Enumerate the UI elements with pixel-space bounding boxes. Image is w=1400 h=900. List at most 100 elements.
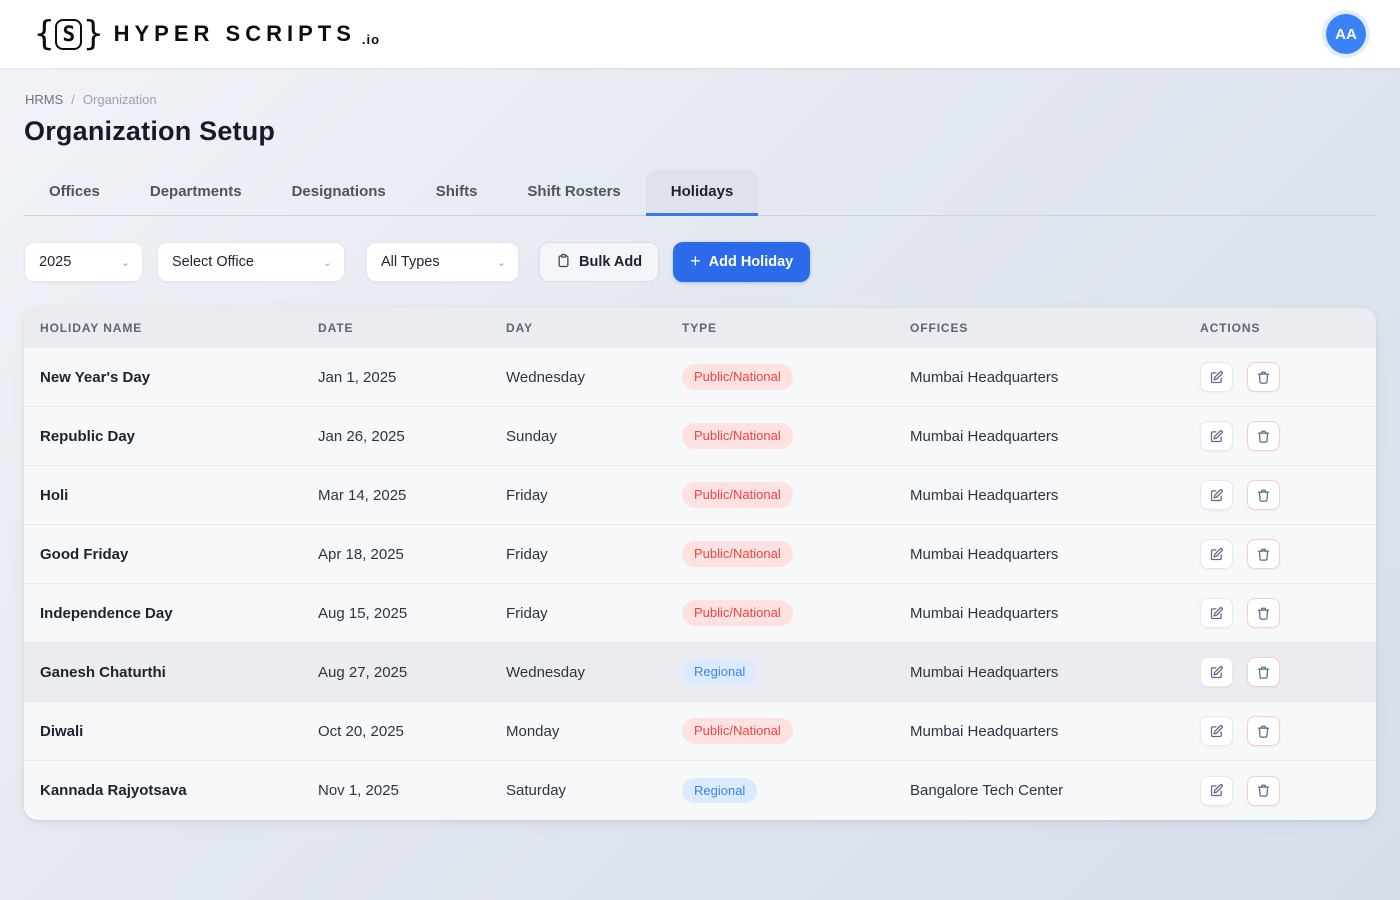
add-holiday-button[interactable]: + Add Holiday bbox=[673, 242, 810, 282]
holiday-offices: Mumbai Headquarters bbox=[910, 369, 1200, 386]
holiday-date: Oct 20, 2025 bbox=[318, 723, 506, 740]
top-bar: { S } Hyper Scripts .io AA bbox=[0, 0, 1400, 68]
tab-offices[interactable]: Offices bbox=[24, 170, 125, 216]
holiday-name: Republic Day bbox=[40, 428, 318, 445]
type-select[interactable]: All Types ⌄ bbox=[366, 242, 519, 282]
filter-bar: 2025 ⌄ Select Office ⌄ All Types ⌄ Bulk … bbox=[24, 242, 1376, 282]
holiday-type-badge: Public/National bbox=[682, 541, 793, 567]
holiday-type-badge: Regional bbox=[682, 778, 757, 804]
logo-s-glyph: S bbox=[55, 19, 82, 50]
bulk-add-label: Bulk Add bbox=[579, 254, 642, 270]
clipboard-icon bbox=[556, 253, 571, 272]
type-select-value: All Types bbox=[381, 254, 440, 270]
edit-pencil-icon bbox=[1209, 547, 1224, 562]
page-title: Organization Setup bbox=[24, 116, 1376, 147]
chevron-down-icon: ⌄ bbox=[497, 256, 506, 269]
brand-logo[interactable]: { S } Hyper Scripts .io bbox=[34, 17, 380, 51]
holiday-type-badge: Public/National bbox=[682, 364, 793, 390]
breadcrumb-separator: / bbox=[71, 92, 75, 107]
trash-icon bbox=[1256, 665, 1271, 680]
holiday-offices: Mumbai Headquarters bbox=[910, 605, 1200, 622]
edit-holiday-button[interactable] bbox=[1200, 598, 1233, 628]
trash-icon bbox=[1256, 429, 1271, 444]
holiday-date: Mar 14, 2025 bbox=[318, 487, 506, 504]
chevron-down-icon: ⌄ bbox=[323, 256, 332, 269]
edit-pencil-icon bbox=[1209, 606, 1224, 621]
brand-suffix: .io bbox=[362, 32, 380, 47]
edit-pencil-icon bbox=[1209, 488, 1224, 503]
holiday-offices: Mumbai Headquarters bbox=[910, 664, 1200, 681]
delete-holiday-button[interactable] bbox=[1247, 539, 1280, 569]
holiday-day: Saturday bbox=[506, 782, 682, 799]
main-content: HRMS / Organization Organization Setup O… bbox=[0, 68, 1400, 820]
office-select-value: Select Office bbox=[172, 254, 254, 270]
holiday-offices: Mumbai Headquarters bbox=[910, 487, 1200, 504]
delete-holiday-button[interactable] bbox=[1247, 776, 1280, 806]
tab-shifts[interactable]: Shifts bbox=[411, 170, 503, 216]
edit-holiday-button[interactable] bbox=[1200, 716, 1233, 746]
delete-holiday-button[interactable] bbox=[1247, 421, 1280, 451]
col-type: Type bbox=[682, 321, 910, 335]
year-select[interactable]: 2025 ⌄ bbox=[24, 242, 143, 282]
bulk-add-button[interactable]: Bulk Add bbox=[539, 242, 659, 282]
breadcrumb-hrms[interactable]: HRMS bbox=[25, 92, 63, 107]
holiday-type-badge: Public/National bbox=[682, 482, 793, 508]
table-row[interactable]: Republic Day Jan 26, 2025 Sunday Public/… bbox=[24, 407, 1376, 466]
holiday-name: Kannada Rajyotsava bbox=[40, 782, 318, 799]
edit-holiday-button[interactable] bbox=[1200, 657, 1233, 687]
holiday-date: Jan 26, 2025 bbox=[318, 428, 506, 445]
table-row[interactable]: Holi Mar 14, 2025 Friday Public/National… bbox=[24, 466, 1376, 525]
col-holiday-name: Holiday Name bbox=[40, 321, 318, 335]
holiday-day: Friday bbox=[506, 546, 682, 563]
holiday-type-badge: Regional bbox=[682, 659, 757, 685]
holiday-day: Wednesday bbox=[506, 664, 682, 681]
holiday-type-badge: Public/National bbox=[682, 600, 793, 626]
edit-holiday-button[interactable] bbox=[1200, 480, 1233, 510]
holiday-offices: Mumbai Headquarters bbox=[910, 428, 1200, 445]
holiday-date: Jan 1, 2025 bbox=[318, 369, 506, 386]
edit-holiday-button[interactable] bbox=[1200, 776, 1233, 806]
holidays-table: Holiday Name Date Day Type Offices Actio… bbox=[24, 308, 1376, 820]
delete-holiday-button[interactable] bbox=[1247, 716, 1280, 746]
plus-icon: + bbox=[690, 252, 701, 270]
chevron-down-icon: ⌄ bbox=[121, 256, 130, 269]
tab-designations[interactable]: Designations bbox=[267, 170, 411, 216]
holiday-day: Monday bbox=[506, 723, 682, 740]
tab-departments[interactable]: Departments bbox=[125, 170, 267, 216]
holiday-name: Independence Day bbox=[40, 605, 318, 622]
office-select[interactable]: Select Office ⌄ bbox=[157, 242, 345, 282]
breadcrumb: HRMS / Organization bbox=[25, 92, 1376, 107]
logo-brace-right: } bbox=[83, 17, 103, 51]
delete-holiday-button[interactable] bbox=[1247, 657, 1280, 687]
table-row[interactable]: Good Friday Apr 18, 2025 Friday Public/N… bbox=[24, 525, 1376, 584]
edit-holiday-button[interactable] bbox=[1200, 421, 1233, 451]
delete-holiday-button[interactable] bbox=[1247, 362, 1280, 392]
table-row[interactable]: Kannada Rajyotsava Nov 1, 2025 Saturday … bbox=[24, 761, 1376, 820]
edit-pencil-icon bbox=[1209, 724, 1224, 739]
table-row[interactable]: Independence Day Aug 15, 2025 Friday Pub… bbox=[24, 584, 1376, 643]
holiday-day: Friday bbox=[506, 605, 682, 622]
breadcrumb-organization: Organization bbox=[83, 92, 157, 107]
edit-pencil-icon bbox=[1209, 429, 1224, 444]
holiday-name: Holi bbox=[40, 487, 318, 504]
tab-holidays[interactable]: Holidays bbox=[646, 170, 759, 216]
edit-holiday-button[interactable] bbox=[1200, 539, 1233, 569]
user-avatar[interactable]: AA bbox=[1326, 14, 1366, 54]
edit-pencil-icon bbox=[1209, 370, 1224, 385]
table-row[interactable]: Ganesh Chaturthi Aug 27, 2025 Wednesday … bbox=[24, 643, 1376, 702]
table-row[interactable]: Diwali Oct 20, 2025 Monday Public/Nation… bbox=[24, 702, 1376, 761]
edit-holiday-button[interactable] bbox=[1200, 362, 1233, 392]
holiday-date: Aug 15, 2025 bbox=[318, 605, 506, 622]
holiday-name: Ganesh Chaturthi bbox=[40, 664, 318, 681]
table-row[interactable]: New Year's Day Jan 1, 2025 Wednesday Pub… bbox=[24, 348, 1376, 407]
trash-icon bbox=[1256, 370, 1271, 385]
trash-icon bbox=[1256, 783, 1271, 798]
tab-bar: Offices Departments Designations Shifts … bbox=[24, 169, 1376, 216]
tab-shift-rosters[interactable]: Shift Rosters bbox=[502, 170, 645, 216]
trash-icon bbox=[1256, 488, 1271, 503]
delete-holiday-button[interactable] bbox=[1247, 480, 1280, 510]
holiday-type-badge: Public/National bbox=[682, 423, 793, 449]
holiday-name: New Year's Day bbox=[40, 369, 318, 386]
holiday-offices: Bangalore Tech Center bbox=[910, 782, 1200, 799]
delete-holiday-button[interactable] bbox=[1247, 598, 1280, 628]
